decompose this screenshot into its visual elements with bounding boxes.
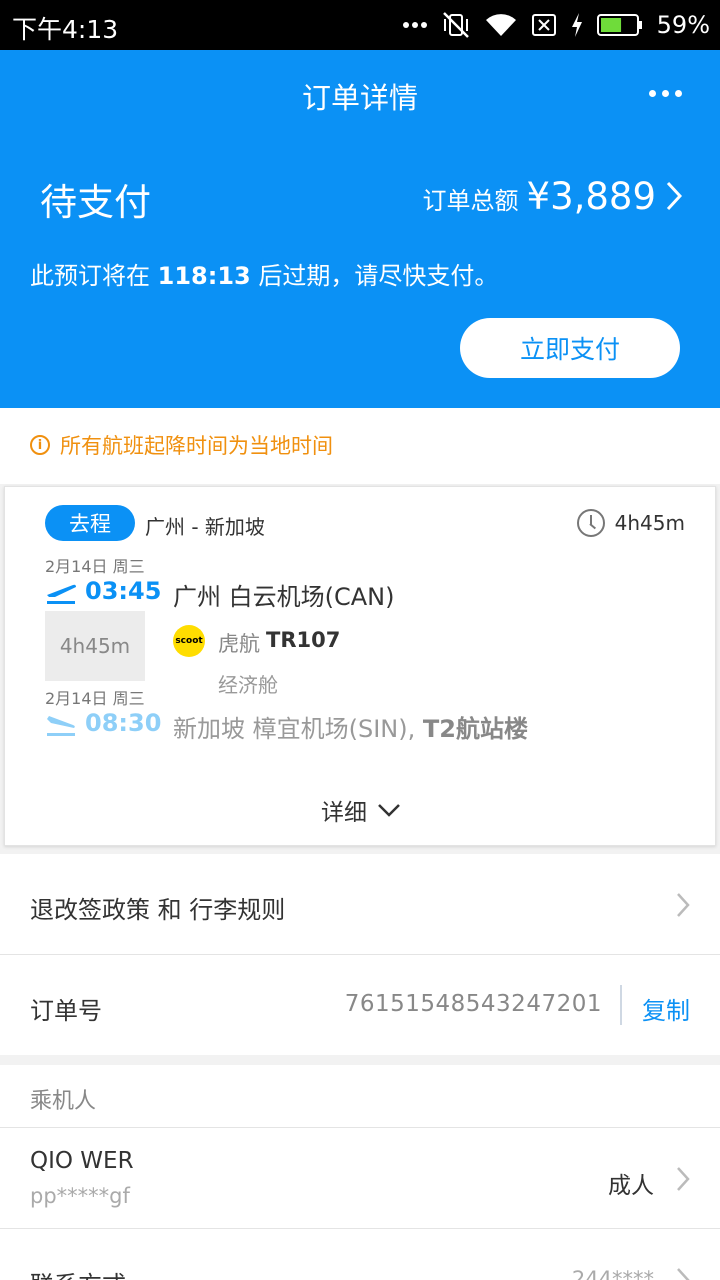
passenger-type: 成人 [608, 1173, 654, 1199]
wifi-icon [485, 14, 516, 37]
chevron-right-icon [677, 893, 690, 917]
order-header: 订单详情 待支付 订单总额 ¥3,889 此预订将在 118:13 后过期，请尽… [0, 50, 720, 408]
trip-type-badge: 去程 [45, 505, 135, 541]
more-menu-icon[interactable] [649, 90, 682, 97]
notice-text: 所有航班起降时间为当地时间 [60, 434, 333, 458]
page-title: 订单详情 [301, 81, 418, 115]
copy-button[interactable]: 复制 [642, 991, 690, 1026]
departure-date: 2月14日 周三 [45, 557, 145, 576]
clock-icon [576, 509, 605, 537]
chevron-right-icon [677, 1167, 690, 1191]
flight-duration: 4h45m [576, 509, 685, 537]
pay-now-button[interactable]: 立即支付 [460, 318, 680, 378]
chevron-right-icon [677, 1268, 690, 1280]
passenger-section-label: 乘机人 [30, 1089, 97, 1114]
expire-prefix: 此预订将在 [30, 262, 158, 290]
departure-time: 03:45 [85, 577, 162, 605]
contact-row[interactable]: 联系方式 244**** [0, 1229, 720, 1280]
policy-label: 退改签政策 和 行李规则 [30, 896, 286, 924]
flight-detail-toggle[interactable]: 详细 [5, 793, 717, 827]
flight-duration-text: 4h45m [614, 511, 685, 535]
arrival-airport: 新加坡 樟宜机场(SIN), T2航站楼 [173, 709, 528, 744]
passenger-name: QIO WER [30, 1148, 134, 1174]
order-number-row: 订单号 76151548543247201 复制 [0, 955, 720, 1055]
passenger-section-header: 乘机人 [0, 1065, 720, 1127]
scoot-logo: scoot [173, 625, 205, 657]
expire-notice: 此预订将在 118:13 后过期，请尽快支付。 [30, 256, 498, 291]
status-icons: 59% [402, 8, 710, 42]
order-number: 76151548543247201 [344, 991, 602, 1017]
status-time: 下午4:13 [12, 15, 119, 44]
departure-airport: 广州 白云机场(CAN) [173, 583, 395, 611]
arrival-date: 2月14日 周三 [45, 689, 145, 708]
local-time-notice: i 所有航班起降时间为当地时间 [0, 408, 720, 484]
duration-box: 4h45m [45, 611, 145, 681]
battery-icon [596, 14, 642, 36]
order-total-link[interactable]: 订单总额 ¥3,889 [423, 175, 682, 218]
detail-label: 详细 [321, 800, 367, 826]
passenger-row[interactable]: QIO WER pp*****gf 成人 [0, 1128, 720, 1228]
flight-card: 去程 广州 - 新加坡 4h45m 2月14日 周三 03:45 广州 白云机场… [4, 486, 716, 846]
chevron-right-icon [666, 181, 682, 211]
passenger-id: pp*****gf [30, 1184, 130, 1208]
order-total-label: 订单总额 [422, 187, 519, 215]
battery-percent: 59% [656, 11, 710, 39]
order-total-amount: ¥3,889 [526, 175, 656, 218]
info-icon: i [30, 435, 50, 455]
expire-time: 118:13 [157, 262, 251, 290]
chevron-down-icon [378, 804, 400, 817]
order-status: 待支付 [40, 181, 151, 224]
policy-row[interactable]: 退改签政策 和 行李规则 [0, 854, 720, 954]
landing-icon [47, 716, 75, 736]
more-dots-icon [402, 22, 427, 28]
contact-value: 244**** [571, 1267, 654, 1280]
airline-name: 虎航 [218, 632, 260, 656]
flight-number: TR107 [266, 628, 341, 652]
separator [620, 985, 622, 1025]
arrival-terminal: T2航站楼 [422, 715, 528, 743]
contact-label: 联系方式 [30, 1265, 126, 1280]
flight-route: 广州 - 新加坡 [145, 515, 265, 539]
takeoff-icon [47, 584, 76, 604]
expire-suffix: 后过期，请尽快支付。 [250, 262, 499, 290]
arrival-airport-name: 新加坡 樟宜机场(SIN), [173, 715, 423, 743]
vibrate-off-icon [442, 12, 469, 38]
status-bar: 下午4:13 59% [0, 0, 720, 50]
charging-icon [571, 13, 582, 37]
arrival-time: 08:30 [85, 709, 162, 737]
cabin-class: 经济舱 [218, 673, 278, 697]
order-number-label: 订单号 [30, 997, 102, 1025]
no-sim-icon [531, 14, 556, 36]
